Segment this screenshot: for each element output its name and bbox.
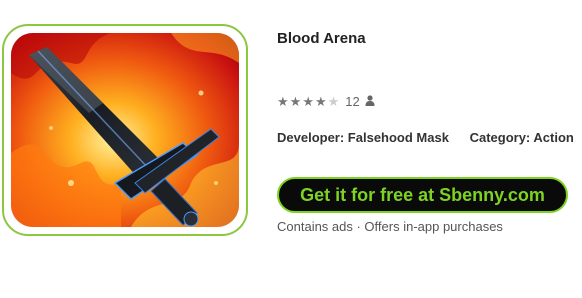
user-icon: [365, 94, 375, 109]
star-filled-icon: ★: [314, 93, 327, 109]
rating-count: 12: [345, 93, 360, 109]
rating-row: ★★★★★ 12: [277, 93, 375, 109]
app-meta: Developer: Falsehood Mask Category: Acti…: [277, 130, 574, 145]
flaming-sword-icon: [11, 33, 239, 227]
star-filled-icon: ★: [277, 93, 289, 109]
app-icon-frame: [2, 24, 248, 236]
ads-purchase-notice: Contains ads · Offers in-app purchases: [277, 219, 503, 234]
get-it-free-button[interactable]: Get it for free at Sbenny.com: [277, 177, 568, 213]
app-title: Blood Arena: [277, 30, 366, 47]
star-empty-icon: ★: [327, 93, 340, 109]
developer-label: Developer: Falsehood Mask: [277, 130, 449, 145]
category-label: Category: Action: [469, 130, 574, 145]
star-rating: ★★★★★: [277, 94, 340, 109]
star-filled-icon: ★: [289, 93, 302, 109]
star-filled-icon: ★: [302, 93, 314, 109]
